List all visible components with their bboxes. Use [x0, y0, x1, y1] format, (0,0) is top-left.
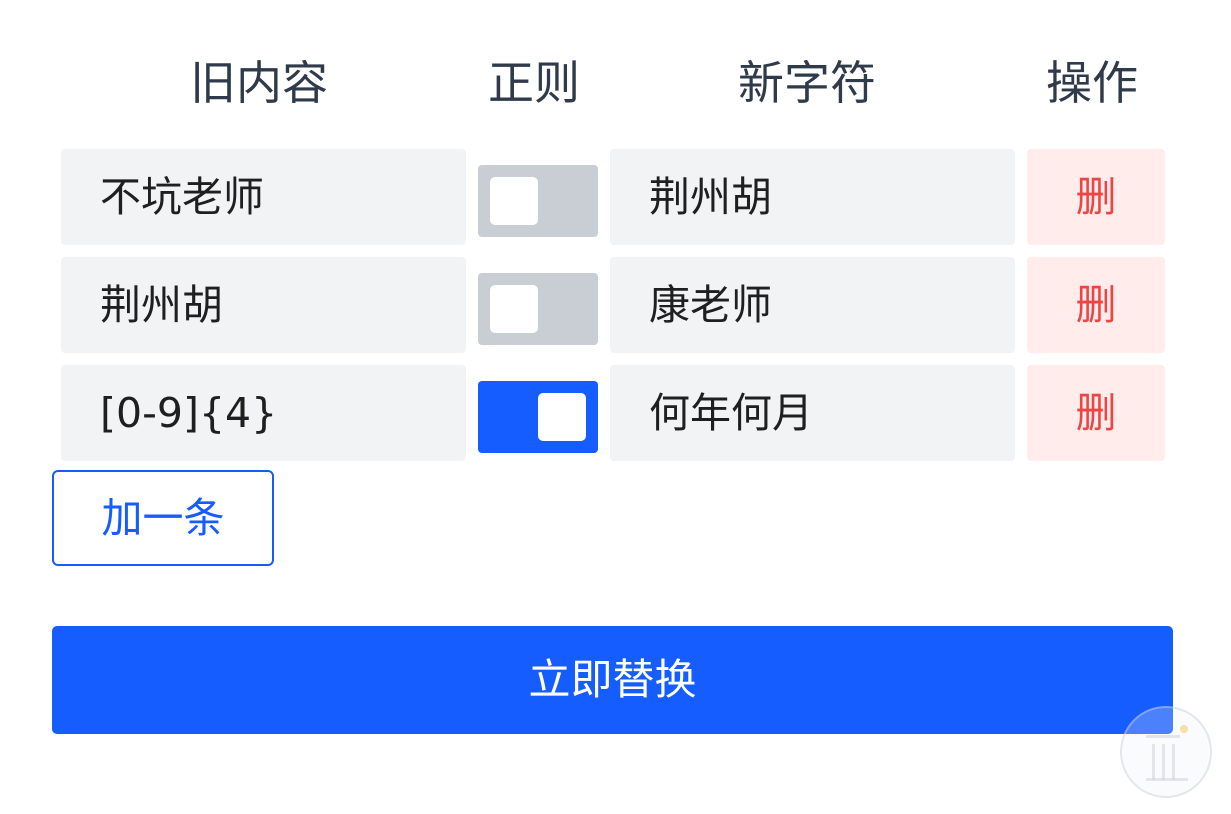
header-regex: 正则: [488, 56, 580, 110]
regex-toggle[interactable]: [478, 381, 598, 453]
new-chars-field[interactable]: 荆州胡: [610, 149, 1015, 245]
new-chars-field[interactable]: 康老师: [610, 257, 1015, 353]
watermark-stroke: [1146, 778, 1188, 781]
watermark-stroke: [1162, 744, 1165, 780]
replace-rule-row: 荆州胡 康老师 删: [61, 257, 1165, 353]
watermark-stroke: [1146, 735, 1180, 738]
delete-button[interactable]: 删: [1027, 149, 1165, 245]
delete-button[interactable]: 删: [1027, 365, 1165, 461]
regex-toggle[interactable]: [478, 165, 598, 237]
toggle-knob: [490, 285, 538, 333]
replace-rule-row: [0-9]{4} 何年何月 删: [61, 365, 1165, 461]
old-content-field[interactable]: [0-9]{4}: [61, 365, 466, 461]
header-action: 操作: [1046, 56, 1138, 110]
watermark-stroke: [1152, 744, 1155, 780]
replace-now-button[interactable]: 立即替换: [52, 626, 1173, 734]
watermark-dot: [1180, 725, 1188, 733]
delete-button[interactable]: 删: [1027, 257, 1165, 353]
replace-rule-row: 不坑老师 荆州胡 删: [61, 149, 1165, 245]
new-chars-field[interactable]: 何年何月: [610, 365, 1015, 461]
old-content-field[interactable]: 荆州胡: [61, 257, 466, 353]
header-old-content: 旧内容: [190, 56, 328, 110]
watermark-stroke: [1172, 744, 1175, 780]
old-content-field[interactable]: 不坑老师: [61, 149, 466, 245]
regex-toggle[interactable]: [478, 273, 598, 345]
add-rule-button[interactable]: 加一条: [52, 470, 274, 566]
header-new-chars: 新字符: [738, 56, 876, 110]
toggle-knob: [538, 393, 586, 441]
watermark-logo-icon: [1120, 706, 1212, 798]
toggle-knob: [490, 177, 538, 225]
